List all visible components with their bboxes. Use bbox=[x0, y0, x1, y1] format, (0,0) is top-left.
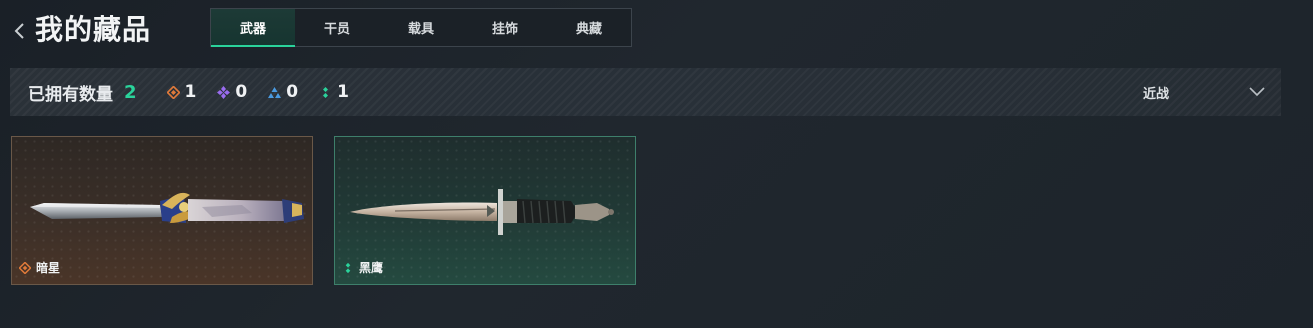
green-dots-icon bbox=[345, 262, 351, 273]
weapon-name-row: 黑鹰 bbox=[342, 259, 383, 276]
rarity-purple-count: 0 bbox=[217, 82, 247, 102]
back-button[interactable] bbox=[10, 18, 30, 44]
weapon-card[interactable]: 暗星 bbox=[11, 136, 313, 285]
owned-count-label: 已拥有数量 bbox=[28, 84, 113, 105]
rarity-purple-value: 0 bbox=[235, 82, 248, 102]
tab-collection[interactable]: 典藏 bbox=[547, 9, 631, 46]
weapon-name-row: 暗星 bbox=[19, 259, 60, 276]
filter-selected-value: 近战 bbox=[1142, 86, 1169, 102]
tab-charms[interactable]: 挂饰 bbox=[463, 9, 547, 46]
weapon-card[interactable]: 黑鹰 bbox=[334, 136, 636, 285]
rarity-green-count: 1 bbox=[319, 82, 349, 102]
owned-count-total: 2 bbox=[124, 81, 137, 103]
tab-operators[interactable]: 干员 bbox=[295, 9, 379, 46]
purple-diamond-icon bbox=[217, 85, 231, 99]
blue-triangle-icon bbox=[268, 86, 282, 98]
orange-diamond-icon bbox=[166, 85, 180, 99]
weapon-name: 黑鹰 bbox=[359, 261, 384, 275]
tab-vehicles[interactable]: 载具 bbox=[379, 9, 463, 46]
rarity-green-value: 1 bbox=[337, 82, 349, 102]
rarity-orange-value: 1 bbox=[184, 82, 197, 102]
category-filter-dropdown[interactable]: 近战 bbox=[1143, 68, 1265, 116]
category-tabs: 武器 干员 载具 挂饰 典藏 bbox=[210, 8, 632, 47]
chevron-down-icon bbox=[1249, 87, 1265, 97]
rarity-orange-count: 1 bbox=[166, 82, 197, 102]
rarity-blue-value: 0 bbox=[286, 82, 299, 102]
tab-weapons[interactable]: 武器 bbox=[211, 9, 295, 47]
rarity-blue-count: 0 bbox=[268, 82, 298, 102]
weapon-name: 暗星 bbox=[36, 261, 61, 275]
orange-diamond-icon bbox=[19, 261, 31, 274]
green-dots-icon bbox=[323, 86, 329, 98]
page-title: 我的藏品 bbox=[35, 13, 152, 46]
chevron-left-icon bbox=[14, 23, 24, 39]
owned-stats-bar: 已拥有数量 2 1 0 0 1 近战 bbox=[10, 68, 1281, 116]
